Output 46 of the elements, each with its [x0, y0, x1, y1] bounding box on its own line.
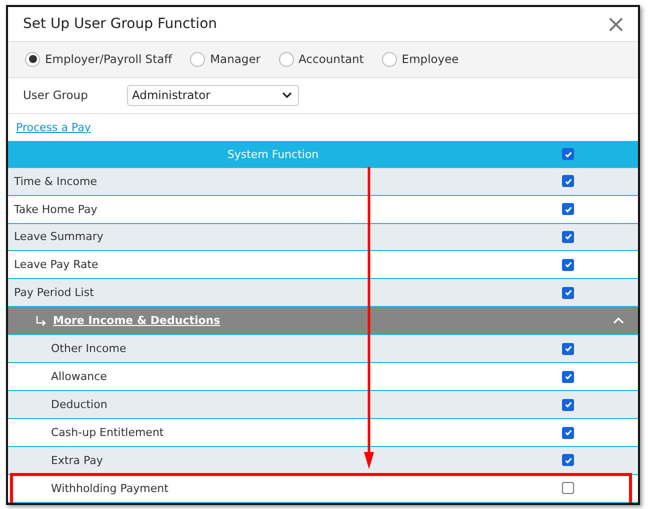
checkbox[interactable]: [562, 175, 574, 188]
checkbox[interactable]: [562, 370, 574, 383]
checkbox[interactable]: [562, 203, 574, 216]
role-label: Manager: [210, 52, 261, 66]
role-label: Employee: [402, 52, 459, 66]
function-label: Other Income: [50, 342, 128, 356]
role-label: Employer/Payroll Staff: [45, 52, 172, 66]
role-radio[interactable]: Manager: [190, 52, 261, 67]
function-label: Allowance: [50, 370, 108, 384]
function-label: Cash-up Entitlement: [50, 426, 165, 440]
function-label: Take Home Pay: [13, 202, 98, 216]
chevron-down-icon: [282, 92, 292, 99]
role-radio[interactable]: Accountant: [278, 52, 364, 67]
sub-arrow-icon: [35, 314, 47, 327]
radio-circle[interactable]: [278, 52, 294, 67]
user-group-label: User Group: [23, 88, 89, 102]
checkbox[interactable]: [562, 398, 574, 411]
function-label: Extra Pay: [50, 454, 104, 467]
group-header[interactable]: More Income & Deductions: [8, 307, 638, 336]
checkbox[interactable]: [562, 426, 574, 439]
function-label: Leave Pay Rate: [13, 258, 100, 272]
checkbox[interactable]: [562, 286, 574, 299]
checkbox[interactable]: [562, 148, 574, 160]
function-label: Deduction: [50, 398, 108, 412]
checkbox[interactable]: [562, 454, 574, 466]
group-label: More Income & Deductions: [53, 314, 222, 328]
dialog-title: Set Up User Group Function: [23, 16, 218, 32]
function-label: Time & Income: [13, 174, 98, 188]
checkbox[interactable]: [562, 482, 574, 494]
role-label: Accountant: [298, 52, 364, 66]
radio-circle[interactable]: [382, 52, 397, 67]
checkbox[interactable]: [562, 230, 574, 243]
checkbox[interactable]: [562, 258, 574, 271]
chevron-up-icon[interactable]: [612, 317, 624, 324]
close-button[interactable]: ×: [606, 12, 626, 36]
radio-circle[interactable]: [190, 52, 206, 67]
radio-circle[interactable]: [25, 52, 40, 67]
function-label: Withholding Payment: [50, 482, 170, 495]
user-group-select[interactable]: Administrator: [127, 84, 299, 106]
checkbox[interactable]: [562, 342, 574, 355]
role-radio[interactable]: Employer/Payroll Staff: [25, 52, 172, 67]
header-label: System Function: [226, 148, 320, 161]
process-pay-link[interactable]: Process a Pay: [16, 120, 91, 134]
role-radio[interactable]: Employee: [382, 52, 459, 67]
function-label: Pay Period List: [13, 286, 95, 300]
function-label: Leave Summary: [13, 230, 104, 244]
